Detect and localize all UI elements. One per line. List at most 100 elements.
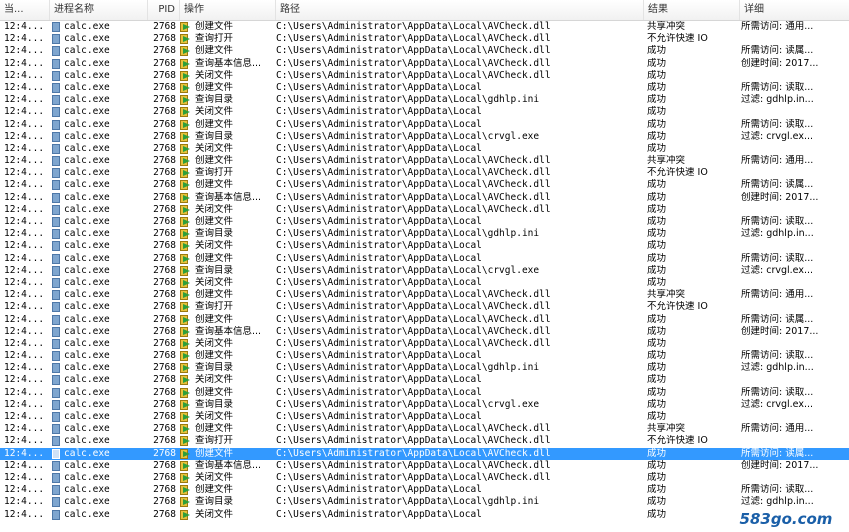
column-header-process[interactable]: 进程名称 — [50, 0, 148, 20]
operation-cell: 创建文件 — [195, 423, 234, 435]
table-row[interactable]: 12:4... calc.exe 2768 创建文件 C:\Users\Administ… — [0, 350, 849, 362]
column-header-path[interactable]: 路径 — [276, 0, 644, 20]
process-cell: calc.exe — [64, 411, 110, 422]
file-operation-icon — [180, 363, 191, 374]
pid-cell: 2768 — [153, 301, 176, 313]
table-row[interactable]: 12:4... calc.exe 2768 查询基本信息... C:\Users\Adm… — [0, 192, 849, 204]
table-row[interactable]: 12:4... calc.exe 2768 查询基本信息... C:\Users\Adm… — [0, 460, 849, 472]
table-row[interactable]: 12:4... calc.exe 2768 查询目录 C:\Users\Administ… — [0, 399, 849, 411]
result-cell: 成功 — [647, 57, 667, 69]
table-row[interactable]: 12:4... calc.exe 2768 查询目录 C:\Users\Administ… — [0, 228, 849, 240]
file-operation-icon — [180, 156, 191, 167]
column-header-result[interactable]: 结果 — [644, 0, 740, 20]
table-row[interactable]: 12:4... calc.exe 2768 关闭文件 C:\Users\Administ… — [0, 374, 849, 386]
process-cell: calc.exe — [64, 337, 110, 349]
result-cell: 不允许快速 IO — [647, 301, 708, 313]
detail-cell — [741, 143, 847, 155]
table-row[interactable]: 12:4... calc.exe 2768 关闭文件 C:\Users\Administ… — [0, 240, 849, 252]
pid-cell: 2768 — [153, 313, 176, 325]
detail-cell — [741, 167, 847, 179]
file-operation-icon — [180, 241, 191, 252]
process-icon — [52, 192, 60, 203]
column-header-pid[interactable]: PID — [148, 0, 180, 20]
file-operation-icon — [180, 95, 191, 106]
table-row[interactable]: 12:4... calc.exe 2768 查询目录 C:\Users\Administ… — [0, 131, 849, 143]
operation-cell: 查询目录 — [195, 264, 234, 276]
table-row[interactable]: 12:4... calc.exe 2768 关闭文件 C:\Users\Administ… — [0, 204, 849, 216]
process-icon — [52, 399, 60, 410]
file-operation-icon — [180, 436, 191, 447]
table-row[interactable]: 12:4... calc.exe 2768 查询打开 C:\Users\Administ… — [0, 33, 849, 45]
process-cell: calc.exe — [64, 459, 110, 471]
process-cell: calc.exe — [64, 81, 110, 93]
process-cell: calc.exe — [64, 325, 110, 337]
table-row[interactable]: 12:4... calc.exe 2768 查询目录 C:\Users\Administ… — [0, 94, 849, 106]
table-row[interactable]: 12:4... calc.exe 2768 关闭文件 C:\Users\Administ… — [0, 143, 849, 155]
time-cell: 12:4... — [4, 118, 45, 130]
result-cell: 成功 — [647, 130, 667, 142]
pid-cell: 2768 — [153, 94, 176, 106]
detail-cell — [741, 240, 847, 252]
process-icon — [52, 95, 60, 106]
pid-cell: 2768 — [153, 459, 176, 471]
time-cell: 12:4... — [4, 264, 45, 276]
detail-cell — [741, 277, 847, 289]
result-cell: 共享冲突 — [647, 423, 686, 435]
process-icon — [52, 290, 60, 301]
time-cell: 12:4... — [4, 191, 45, 203]
process-icon — [52, 229, 60, 240]
process-cell: calc.exe — [64, 289, 110, 301]
process-icon — [52, 497, 60, 508]
operation-cell: 查询目录 — [195, 94, 234, 106]
table-row[interactable]: 12:4... calc.exe 2768 关闭文件 C:\Users\Administ… — [0, 411, 849, 423]
table-row[interactable]: 12:4... calc.exe 2768 查询打开 C:\Users\Administ… — [0, 167, 849, 179]
table-row[interactable]: 12:4... calc.exe 2768 查询基本信息... C:\Users\Adm… — [0, 326, 849, 338]
table-row[interactable]: 12:4... calc.exe 2768 创建文件 C:\Users\Administ… — [0, 21, 849, 33]
operation-cell: 创建文件 — [195, 155, 234, 167]
table-row[interactable]: 12:4... calc.exe 2768 关闭文件 C:\Users\Administ… — [0, 338, 849, 350]
table-row[interactable]: 12:4... calc.exe 2768 创建文件 C:\Users\Administ… — [0, 289, 849, 301]
table-row[interactable]: 12:4... calc.exe 2768 创建文件 C:\Users\Administ… — [0, 423, 849, 435]
file-operation-icon — [180, 168, 191, 179]
table-row[interactable]: 12:4... calc.exe 2768 创建文件 C:\Users\Administ… — [0, 119, 849, 131]
process-cell: calc.exe — [64, 423, 110, 435]
path-cell: C:\Users\Administrator\AppData\Local\AVC… — [276, 45, 551, 57]
table-row[interactable]: 12:4... calc.exe 2768 创建文件 C:\Users\Administ… — [0, 155, 849, 167]
path-cell: C:\Users\Administrator\AppData\Local\crv… — [276, 130, 540, 142]
table-row[interactable]: 12:4... calc.exe 2768 查询基本信息... C:\Users\Adm… — [0, 58, 849, 70]
table-row[interactable]: 12:4... calc.exe 2768 关闭文件 C:\Users\Administ… — [0, 277, 849, 289]
path-cell: C:\Users\Administrator\AppData\Local\AVC… — [276, 289, 551, 301]
pid-cell: 2768 — [153, 471, 176, 483]
table-row[interactable]: 12:4... calc.exe 2768 查询打开 C:\Users\Administ… — [0, 435, 849, 447]
column-header-detail[interactable]: 详细 — [740, 0, 849, 20]
table-row[interactable]: 12:4... calc.exe 2768 关闭文件 C:\Users\Administ… — [0, 472, 849, 484]
path-cell: C:\Users\Administrator\AppData\Local — [276, 106, 482, 118]
result-cell: 成功 — [647, 69, 667, 81]
file-operation-icon — [180, 448, 191, 459]
result-cell: 成功 — [647, 45, 667, 57]
operation-cell: 创建文件 — [195, 386, 234, 398]
detail-cell: 创建时间: 2017... — [741, 57, 819, 69]
result-cell: 成功 — [647, 313, 667, 325]
table-row[interactable]: 12:4... calc.exe 2768 创建文件 C:\Users\Administ… — [0, 314, 849, 326]
table-row[interactable]: 12:4... calc.exe 2768 关闭文件 C:\Users\Administ… — [0, 70, 849, 82]
table-row[interactable]: 12:4... calc.exe 2768 创建文件 C:\Users\Administ… — [0, 82, 849, 94]
result-cell: 成功 — [647, 325, 667, 337]
table-row[interactable]: 12:4... calc.exe 2768 创建文件 C:\Users\Administ… — [0, 45, 849, 57]
table-row[interactable]: 12:4... calc.exe 2768 创建文件 C:\Users\Administ… — [0, 216, 849, 228]
table-row[interactable]: 12:4... calc.exe 2768 查询目录 C:\Users\Administ… — [0, 496, 849, 508]
table-row[interactable]: 12:4... calc.exe 2768 创建文件 C:\Users\Administ… — [0, 447, 849, 460]
table-row[interactable]: 12:4... calc.exe 2768 查询目录 C:\Users\Administ… — [0, 265, 849, 277]
table-row[interactable]: 12:4... calc.exe 2768 创建文件 C:\Users\Administ… — [0, 484, 849, 496]
table-row[interactable]: 12:4... calc.exe 2768 查询打开 C:\Users\Administ… — [0, 301, 849, 313]
table-row[interactable]: 12:4... calc.exe 2768 关闭文件 C:\Users\Administ… — [0, 509, 849, 521]
operation-cell: 查询目录 — [195, 130, 234, 142]
process-cell: calc.exe — [64, 313, 110, 325]
table-row[interactable]: 12:4... calc.exe 2768 创建文件 C:\Users\Administ… — [0, 387, 849, 399]
column-header-time[interactable]: 当... — [0, 0, 50, 20]
column-header-operation[interactable]: 操作 — [180, 0, 276, 20]
table-row[interactable]: 12:4... calc.exe 2768 查询目录 C:\Users\Administ… — [0, 362, 849, 374]
table-row[interactable]: 12:4... calc.exe 2768 创建文件 C:\Users\Administ… — [0, 253, 849, 265]
table-row[interactable]: 12:4... calc.exe 2768 创建文件 C:\Users\Administ… — [0, 179, 849, 191]
table-row[interactable]: 12:4... calc.exe 2768 关闭文件 C:\Users\Administ… — [0, 106, 849, 118]
